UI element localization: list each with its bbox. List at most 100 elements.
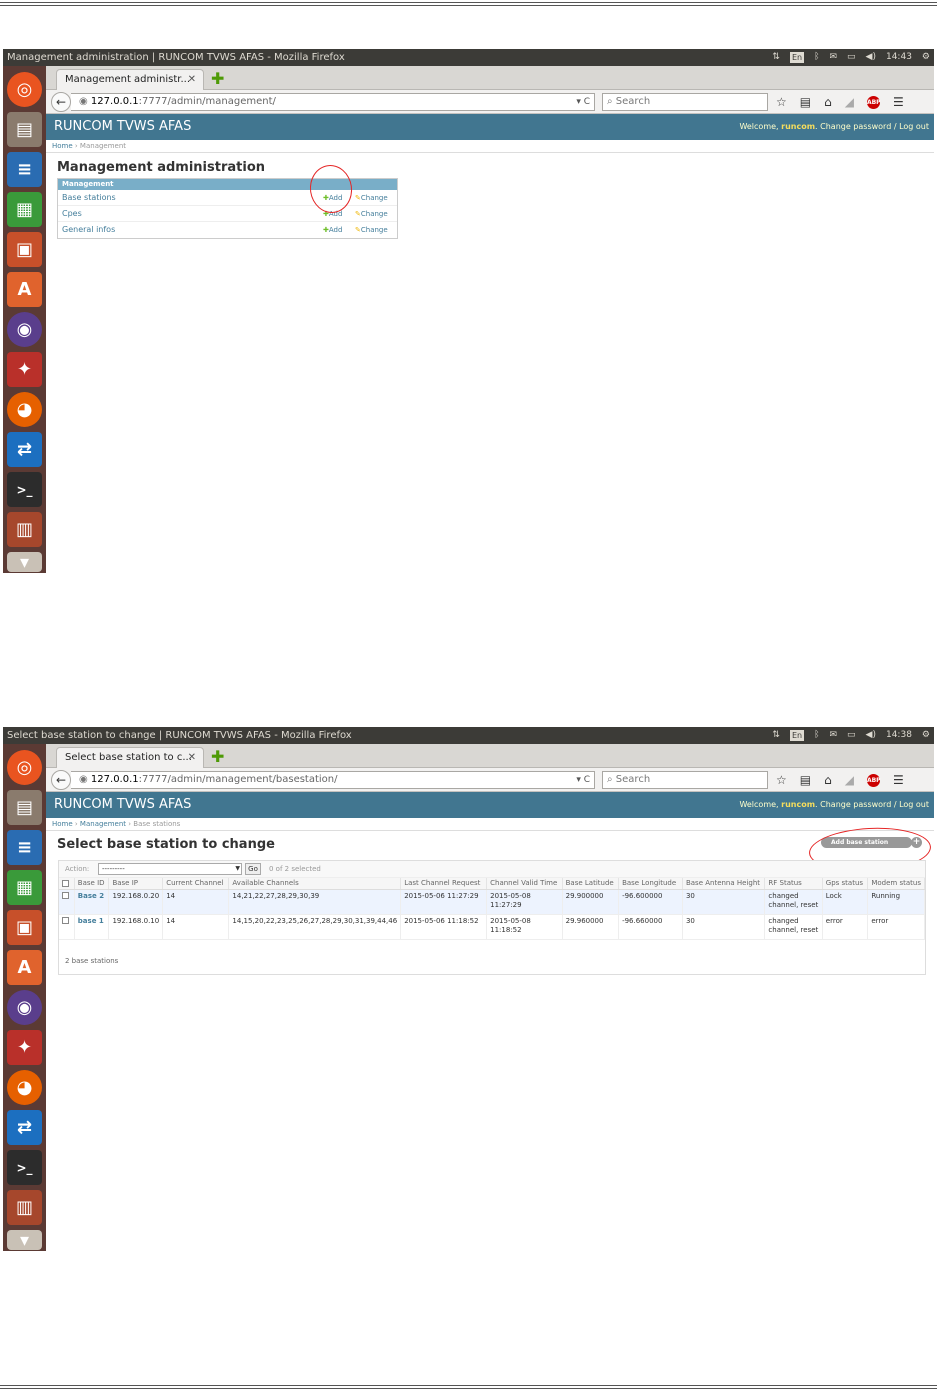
adblock-icon[interactable]: ABP (866, 773, 881, 787)
row-checkbox[interactable] (59, 889, 75, 915)
reload-icon[interactable]: ▾ C (576, 772, 590, 788)
terminal-icon[interactable]: >_ (7, 1150, 42, 1185)
add-link[interactable]: ✚Add (323, 222, 342, 238)
calc-icon[interactable]: ▦ (7, 192, 42, 227)
teamviewer-icon[interactable]: ⇄ (7, 1110, 42, 1145)
mail-icon[interactable]: ✉ (829, 727, 837, 744)
eclipse-icon[interactable]: ◉ (7, 312, 42, 347)
change-link[interactable]: ✎Change (355, 206, 388, 222)
user-links[interactable]: . Change password / Log out (815, 800, 929, 809)
url-bar[interactable]: ◉ 127.0.0.1:7777/admin/management/ ▾ C (71, 93, 595, 111)
gear-icon[interactable]: ⚙ (922, 49, 930, 66)
dash-home-icon[interactable]: ◎ (7, 750, 42, 785)
battery-icon[interactable]: ▭ (847, 49, 856, 66)
bookmark-star-icon[interactable]: ☆ (776, 773, 787, 787)
column-header[interactable]: Base Longitude (618, 878, 683, 890)
teamviewer-icon[interactable]: ⇄ (7, 432, 42, 467)
bluetooth-icon[interactable]: ᛒ (814, 49, 819, 66)
reload-icon[interactable]: ▾ C (576, 94, 590, 110)
column-header[interactable]: Base ID (74, 878, 110, 890)
terminal-icon[interactable]: >_ (7, 472, 42, 507)
breadcrumb-management[interactable]: Management (80, 820, 126, 828)
network-icon[interactable]: ⇅ (772, 49, 780, 66)
gear-icon[interactable]: ⚙ (922, 727, 930, 744)
column-header[interactable]: Modem status (867, 878, 925, 890)
column-header[interactable]: RF Status (764, 878, 823, 890)
breadcrumb-home[interactable]: Home (52, 820, 73, 828)
trash-icon[interactable]: ▾ (7, 552, 42, 573)
keyboard-layout-indicator[interactable]: En (789, 52, 805, 63)
model-link[interactable]: Cpes (62, 206, 82, 222)
dash-home-icon[interactable]: ◎ (7, 72, 42, 107)
browser-tab-active[interactable]: Select base station to c... ✕ (56, 747, 204, 768)
url-bar[interactable]: ◉ 127.0.0.1:7777/admin/management/basest… (71, 771, 595, 789)
bluetooth-icon[interactable]: ᛒ (814, 727, 819, 744)
bookmarks-list-icon[interactable]: ▤ (800, 95, 811, 109)
column-header[interactable]: Gps status (822, 878, 869, 890)
go-button[interactable]: Go (245, 863, 261, 875)
calc-icon[interactable]: ▦ (7, 870, 42, 905)
files-icon[interactable]: ▤ (7, 790, 42, 825)
network-icon[interactable]: ⇅ (772, 727, 780, 744)
row-checkbox[interactable] (59, 914, 75, 940)
column-header[interactable]: Base Latitude (562, 878, 620, 890)
close-tab-icon[interactable]: ✕ (188, 748, 196, 768)
column-header[interactable]: Available Channels (228, 878, 402, 890)
volume-icon[interactable]: ◀) (866, 727, 876, 744)
clock[interactable]: 14:38 (886, 727, 912, 744)
impress-icon[interactable]: ▣ (7, 910, 42, 945)
home-icon[interactable]: ⌂ (824, 95, 832, 109)
change-link[interactable]: ✎Change (355, 222, 388, 238)
system-monitor-icon[interactable]: ▥ (7, 512, 42, 547)
trash-icon[interactable]: ▾ (7, 1230, 42, 1251)
battery-icon[interactable]: ▭ (847, 727, 856, 744)
new-tab-icon[interactable]: ✚ (211, 747, 224, 767)
search-input[interactable]: ⌕ Search (602, 93, 768, 111)
column-header[interactable]: Channel Valid Time (486, 878, 563, 890)
eclipse-icon[interactable]: ◉ (7, 990, 42, 1025)
keyboard-layout-indicator[interactable]: En (789, 730, 805, 741)
site-name[interactable]: RUNCOM TVWS AFAS (54, 114, 191, 140)
search-input[interactable]: ⌕ Search (602, 771, 768, 789)
pocket-icon[interactable]: ◢ (845, 95, 854, 109)
back-button[interactable]: ← (51, 92, 71, 112)
settings-icon[interactable]: ✦ (7, 352, 42, 387)
adblock-icon[interactable]: ABP (866, 95, 881, 109)
volume-icon[interactable]: ◀) (866, 49, 876, 66)
model-link[interactable]: General infos (62, 222, 115, 238)
model-link[interactable]: Base stations (62, 190, 116, 206)
settings-icon[interactable]: ✦ (7, 1030, 42, 1065)
column-header[interactable]: Last Channel Request (400, 878, 488, 890)
select-all-checkbox[interactable] (59, 878, 75, 890)
browser-tab-active[interactable]: Management administr... ✕ (56, 69, 204, 90)
base-id-link[interactable]: base 1 (78, 917, 104, 925)
column-header[interactable]: Base IP (108, 878, 164, 890)
firefox-icon[interactable]: ◕ (7, 392, 42, 427)
home-icon[interactable]: ⌂ (824, 773, 832, 787)
user-links[interactable]: . Change password / Log out (815, 122, 929, 131)
bookmark-star-icon[interactable]: ☆ (776, 95, 787, 109)
writer-icon[interactable]: ≡ (7, 152, 42, 187)
column-header[interactable]: Current Channel (162, 878, 230, 890)
back-button[interactable]: ← (51, 770, 71, 790)
files-icon[interactable]: ▤ (7, 112, 42, 147)
software-center-icon[interactable]: A (7, 950, 42, 985)
writer-icon[interactable]: ≡ (7, 830, 42, 865)
breadcrumb-home[interactable]: Home (52, 142, 73, 150)
pocket-icon[interactable]: ◢ (845, 773, 854, 787)
impress-icon[interactable]: ▣ (7, 232, 42, 267)
column-header[interactable]: Base Antenna Height (682, 878, 766, 890)
mail-icon[interactable]: ✉ (829, 49, 837, 66)
firefox-icon[interactable]: ◕ (7, 1070, 42, 1105)
base-id-link[interactable]: Base 2 (78, 892, 104, 900)
new-tab-icon[interactable]: ✚ (211, 69, 224, 89)
site-name[interactable]: RUNCOM TVWS AFAS (54, 792, 191, 818)
change-link[interactable]: ✎Change (355, 190, 388, 206)
menu-icon[interactable]: ☰ (893, 95, 904, 109)
clock[interactable]: 14:43 (886, 49, 912, 66)
action-select[interactable]: --------- ▼ (98, 863, 242, 875)
software-center-icon[interactable]: A (7, 272, 42, 307)
system-monitor-icon[interactable]: ▥ (7, 1190, 42, 1225)
close-tab-icon[interactable]: ✕ (188, 70, 196, 90)
menu-icon[interactable]: ☰ (893, 773, 904, 787)
